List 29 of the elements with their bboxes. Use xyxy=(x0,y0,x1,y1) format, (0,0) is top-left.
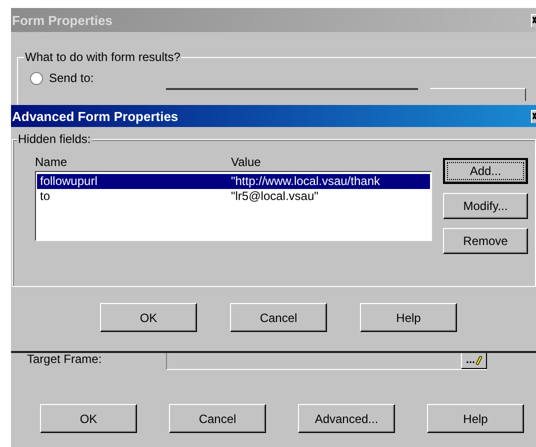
side-button[interactable]: Add... xyxy=(443,158,528,184)
name-cell-text: followupurl xyxy=(39,174,98,189)
dialog-button[interactable]: Help xyxy=(427,404,524,433)
dialog-button[interactable]: Cancel xyxy=(230,303,327,332)
group-label: Hidden fields: xyxy=(17,132,92,146)
column-header: Name xyxy=(35,155,68,171)
name-cell-text: to xyxy=(39,189,52,204)
radio-button[interactable] xyxy=(30,72,43,84)
dialog-button[interactable]: Help xyxy=(360,303,457,332)
window-title: Advanced Form Properties xyxy=(12,108,178,124)
side-button[interactable]: Modify... xyxy=(443,193,528,219)
close-icon[interactable] xyxy=(531,14,536,26)
window-title: Form Properties xyxy=(12,12,112,28)
pencil-icon xyxy=(476,356,482,364)
list-row[interactable]: to "lr5@local.vsau" xyxy=(37,189,430,204)
group-label: What to do with form results? xyxy=(24,50,182,64)
dialog-button[interactable]: OK xyxy=(100,303,197,332)
value-cell: "lr5@local.vsau" xyxy=(231,189,318,204)
list-box[interactable]: followupurl "http://www.local.vsau/thank to "lr5@local.vsau" xyxy=(35,171,432,241)
side-button[interactable]: Remove xyxy=(443,228,528,254)
dialog-button[interactable]: OK xyxy=(40,404,137,433)
dialog-button[interactable]: Advanced... xyxy=(298,404,395,433)
list-row[interactable]: followupurl "http://www.local.vsau/thank xyxy=(37,174,430,189)
close-icon[interactable] xyxy=(531,110,536,122)
field-label: Target Frame: xyxy=(27,352,103,366)
column-header: Value xyxy=(231,155,261,171)
dialog-button[interactable]: Cancel xyxy=(169,404,266,433)
radio-label: Send to: xyxy=(49,71,94,85)
value-cell: "http://www.local.vsau/thank xyxy=(231,174,380,189)
